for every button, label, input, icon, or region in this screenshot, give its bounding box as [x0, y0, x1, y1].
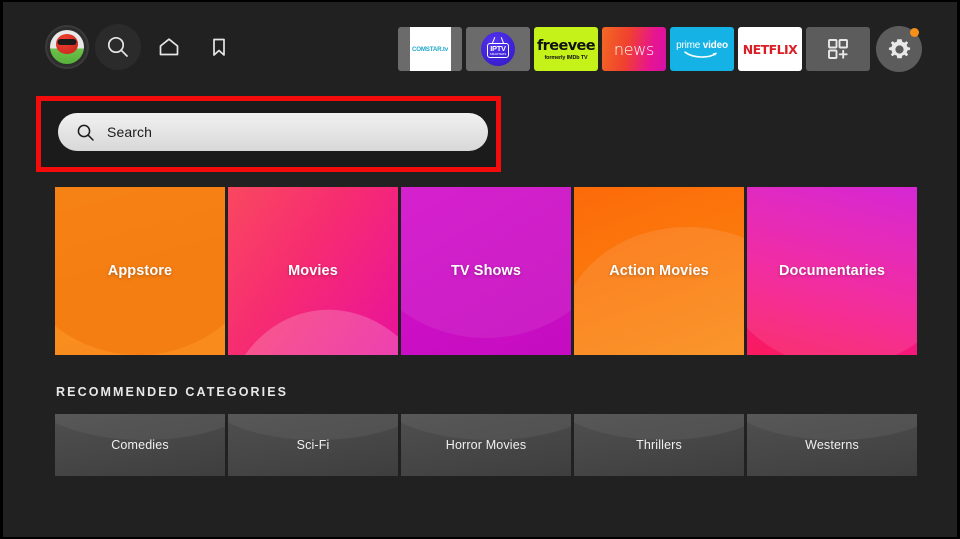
category-tile-label: Sci-Fi: [297, 438, 330, 452]
hero-tile-movies[interactable]: Movies: [228, 187, 398, 355]
hero-tile-action-movies[interactable]: Action Movies: [574, 187, 744, 355]
category-tile-westerns[interactable]: Westerns: [747, 414, 917, 476]
app-shortcut-row: COMSTAR.tv IPTV SMARTERS freevee formerl…: [398, 26, 922, 72]
category-tile-label: Comedies: [111, 438, 168, 452]
recommended-categories-heading: RECOMMENDED CATEGORIES: [56, 385, 288, 399]
fire-tv-home-screen: COMSTAR.tv IPTV SMARTERS freevee formerl…: [0, 0, 960, 539]
hero-tile-label: Movies: [288, 263, 338, 279]
avatar-image: [50, 30, 84, 64]
freevee-sublabel: formerly IMDb TV: [544, 55, 587, 61]
iptv-logo: IPTV SMARTERS: [481, 32, 515, 66]
app-tile-netflix[interactable]: NETFLIX: [738, 27, 802, 71]
profile-avatar[interactable]: [45, 25, 89, 69]
decorative-shape: [228, 414, 398, 440]
decorative-shape: [574, 414, 744, 440]
decorative-shape: [228, 297, 398, 355]
hero-tile-appstore[interactable]: Appstore: [55, 187, 225, 355]
nav-watchlist-button[interactable]: [197, 24, 241, 70]
nav-home-button[interactable]: [147, 24, 191, 70]
search-placeholder: Search: [107, 124, 152, 140]
primary-nav: [45, 24, 241, 70]
gear-icon: [886, 36, 913, 63]
app-tile-iptv[interactable]: IPTV SMARTERS: [466, 27, 530, 71]
category-tile-label: Horror Movies: [446, 438, 526, 452]
home-icon: [157, 35, 181, 59]
news-label: news: [614, 40, 654, 59]
amazon-smile-icon: [683, 50, 721, 59]
settings-button[interactable]: [876, 26, 922, 72]
tv-icon: IPTV SMARTERS: [487, 43, 509, 58]
hero-tile-label: Action Movies: [609, 263, 709, 279]
top-navigation-bar: COMSTAR.tv IPTV SMARTERS freevee formerl…: [3, 2, 957, 92]
freevee-label: freevee: [537, 38, 595, 54]
search-input[interactable]: Search: [58, 113, 488, 151]
apps-grid-plus-icon: [825, 36, 851, 62]
decorative-shape: [401, 414, 571, 440]
app-tile-news[interactable]: news: [602, 27, 666, 71]
hero-tile-documentaries[interactable]: Documentaries: [747, 187, 917, 355]
app-tile-comstar[interactable]: COMSTAR.tv: [398, 27, 462, 71]
iptv-sublabel: SMARTERS: [490, 52, 507, 56]
category-tile-sci-fi[interactable]: Sci-Fi: [228, 414, 398, 476]
category-tile-thrillers[interactable]: Thrillers: [574, 414, 744, 476]
app-tile-prime-video[interactable]: prime video: [670, 27, 734, 71]
recommended-categories-row: Comedies Sci-Fi Horror Movies Thrillers …: [55, 414, 917, 476]
hero-tile-label: Appstore: [108, 263, 172, 279]
comstar-logo: COMSTAR.tv: [410, 27, 451, 71]
app-tile-apps[interactable]: [806, 27, 870, 71]
hero-tile-label: TV Shows: [451, 263, 521, 279]
hero-tile-label: Documentaries: [779, 263, 885, 279]
hero-tile-tv-shows[interactable]: TV Shows: [401, 187, 571, 355]
iptv-label: IPTV: [490, 45, 505, 52]
comstar-label: COMSTAR.tv: [412, 46, 448, 53]
avatar-sunglasses: [58, 39, 77, 45]
category-tile-label: Westerns: [805, 438, 859, 452]
search-icon: [76, 123, 95, 142]
category-tile-comedies[interactable]: Comedies: [55, 414, 225, 476]
settings-notification-badge: [910, 28, 919, 37]
category-tile-horror-movies[interactable]: Horror Movies: [401, 414, 571, 476]
app-tile-freevee[interactable]: freevee formerly IMDb TV: [534, 27, 598, 71]
search-icon: [105, 34, 131, 60]
netflix-label: NETFLIX: [743, 42, 797, 57]
decorative-shape: [55, 414, 225, 440]
decorative-shape: [747, 414, 917, 440]
nav-search-button[interactable]: [95, 24, 141, 70]
category-tile-label: Thrillers: [636, 438, 682, 452]
decorative-shape: [574, 227, 744, 355]
bookmark-icon: [207, 35, 231, 59]
hero-tile-row: Appstore Movies TV Shows Action Movies D…: [55, 187, 917, 355]
